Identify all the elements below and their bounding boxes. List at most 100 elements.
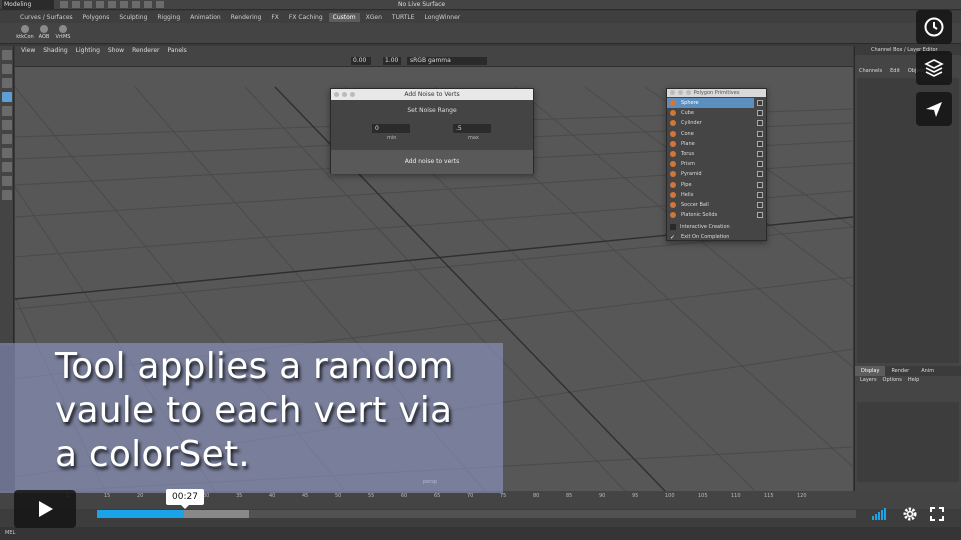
viewport-menu-shading[interactable]: Shading bbox=[43, 47, 67, 54]
open-scene-icon[interactable] bbox=[72, 1, 80, 8]
minimize-icon[interactable] bbox=[342, 92, 347, 97]
channel-menu-channels[interactable]: Channels bbox=[859, 68, 882, 77]
save-scene-icon[interactable] bbox=[84, 1, 92, 8]
option-box-icon[interactable] bbox=[757, 161, 763, 168]
channel-menu-edit[interactable]: Edit bbox=[890, 68, 900, 77]
redo-icon[interactable] bbox=[108, 1, 116, 8]
shelf-tab-turtle[interactable]: TURTLE bbox=[388, 13, 419, 22]
option-box-icon[interactable] bbox=[757, 191, 763, 198]
primitive-item-pyramid[interactable]: Pyramid bbox=[667, 169, 766, 179]
undo-icon[interactable] bbox=[96, 1, 104, 8]
minimize-icon[interactable] bbox=[678, 90, 683, 95]
mode-select[interactable]: Modeling bbox=[2, 0, 54, 9]
layout-icon[interactable] bbox=[2, 176, 12, 186]
move-tool-icon[interactable] bbox=[2, 92, 12, 102]
shelf-button[interactable]: ktkCon bbox=[16, 25, 34, 40]
layer-menu-options[interactable]: Options bbox=[883, 376, 902, 385]
option-box-icon[interactable] bbox=[757, 201, 763, 208]
primitive-item-prism[interactable]: Prism bbox=[667, 159, 766, 169]
tab-display[interactable]: Display bbox=[855, 366, 886, 376]
primitive-item-cone[interactable]: Cone bbox=[667, 129, 766, 139]
shelf-tab-curves-surfaces[interactable]: Curves / Surfaces bbox=[16, 13, 77, 22]
add-noise-button[interactable]: Add noise to verts bbox=[331, 150, 533, 174]
viewport-menu-renderer[interactable]: Renderer bbox=[132, 47, 159, 54]
settings-button[interactable] bbox=[899, 503, 921, 525]
option-box-icon[interactable] bbox=[757, 130, 763, 137]
outliner-icon[interactable] bbox=[2, 190, 12, 200]
shelf-tab-longwinner[interactable]: LongWinner bbox=[421, 13, 465, 22]
option-box-icon[interactable] bbox=[757, 181, 763, 188]
color-space-select[interactable]: sRGB gamma bbox=[407, 57, 487, 65]
option-box-icon[interactable] bbox=[757, 120, 763, 127]
shelf-tab-polygons[interactable]: Polygons bbox=[79, 13, 114, 22]
viewport-menu-view[interactable]: View bbox=[21, 47, 35, 54]
viewport-menu-show[interactable]: Show bbox=[108, 47, 124, 54]
snap-grid-icon[interactable] bbox=[132, 1, 140, 8]
window-title-bar[interactable]: Add Noise to Verts bbox=[331, 89, 533, 100]
maximize-icon[interactable] bbox=[350, 92, 355, 97]
live-surface-label[interactable]: No Live Surface bbox=[398, 0, 445, 9]
lasso-tool-icon[interactable] bbox=[2, 64, 12, 74]
option-box-icon[interactable] bbox=[757, 212, 763, 219]
volume-button[interactable] bbox=[864, 503, 894, 525]
primitive-item-sphere[interactable]: Sphere bbox=[667, 98, 763, 109]
option-box-icon[interactable] bbox=[757, 110, 763, 117]
snap-curve-icon[interactable] bbox=[144, 1, 152, 8]
layer-menu-help[interactable]: Help bbox=[908, 376, 919, 385]
primitive-item-torus[interactable]: Torus bbox=[667, 149, 766, 159]
option-box-icon[interactable] bbox=[757, 150, 763, 157]
primitive-item-soccer-ball[interactable]: Soccer Ball bbox=[667, 200, 766, 210]
gamma-field[interactable]: 1.00 bbox=[383, 57, 401, 65]
new-scene-icon[interactable] bbox=[60, 1, 68, 8]
shelf-tab-fx[interactable]: FX bbox=[267, 13, 283, 22]
max-input[interactable]: .5 bbox=[453, 124, 491, 133]
primitive-item-pipe[interactable]: Pipe bbox=[667, 180, 766, 190]
primitive-item-cube[interactable]: Cube bbox=[667, 108, 766, 118]
tab-render[interactable]: Render bbox=[885, 366, 915, 376]
shelf-tab-rendering[interactable]: Rendering bbox=[227, 13, 266, 22]
primitive-item-helix[interactable]: Helix bbox=[667, 190, 766, 200]
last-tool-icon[interactable] bbox=[2, 134, 12, 144]
layer-list[interactable] bbox=[857, 402, 959, 482]
primitive-item-platonic-solids[interactable]: Platonic Solids bbox=[667, 210, 766, 220]
watch-later-button[interactable] bbox=[916, 10, 952, 44]
viewport-menu-panels[interactable]: Panels bbox=[167, 47, 186, 54]
min-input[interactable]: 0 bbox=[372, 124, 410, 133]
option-box-icon[interactable] bbox=[757, 100, 763, 106]
menu-title-bar[interactable]: Polygon Primitives bbox=[667, 89, 766, 97]
share-button[interactable] bbox=[916, 92, 952, 126]
rotate-tool-icon[interactable] bbox=[2, 106, 12, 116]
single-view-icon[interactable] bbox=[2, 148, 12, 158]
primitive-item-cylinder[interactable]: Cylinder bbox=[667, 118, 766, 128]
scale-tool-icon[interactable] bbox=[2, 120, 12, 130]
shelf-tab-xgen[interactable]: XGen bbox=[362, 13, 386, 22]
viewport-menu-lighting[interactable]: Lighting bbox=[76, 47, 100, 54]
four-view-icon[interactable] bbox=[2, 162, 12, 172]
close-icon[interactable] bbox=[334, 92, 339, 97]
primitive-item-plane[interactable]: Plane bbox=[667, 139, 766, 149]
maximize-icon[interactable] bbox=[686, 90, 691, 95]
layer-menu-layers[interactable]: Layers bbox=[860, 376, 877, 385]
time-slider[interactable]: 1152025303540455055606570758085909510010… bbox=[0, 491, 961, 509]
interactive-creation-option[interactable]: Interactive Creation bbox=[667, 222, 766, 232]
option-box-icon[interactable] bbox=[757, 140, 763, 147]
shelf-tab-animation[interactable]: Animation bbox=[186, 13, 225, 22]
shelf-tab-custom[interactable]: Custom bbox=[328, 12, 360, 22]
collections-button[interactable] bbox=[916, 51, 952, 85]
shelf-button[interactable]: AOB bbox=[35, 25, 53, 40]
select-mode-icon[interactable] bbox=[120, 1, 128, 8]
shelf-tab-fx-caching[interactable]: FX Caching bbox=[285, 13, 327, 22]
exit-on-completion-option[interactable]: ✓ Exit On Completion bbox=[667, 232, 766, 242]
shelf-tab-sculpting[interactable]: Sculpting bbox=[115, 13, 151, 22]
close-icon[interactable] bbox=[670, 90, 675, 95]
fullscreen-button[interactable] bbox=[926, 503, 948, 525]
select-tool-icon[interactable] bbox=[2, 50, 12, 60]
exposure-field[interactable]: 0.00 bbox=[351, 57, 371, 65]
play-button[interactable] bbox=[14, 490, 76, 528]
shelf-tab-rigging[interactable]: Rigging bbox=[153, 13, 184, 22]
snap-point-icon[interactable] bbox=[156, 1, 164, 8]
command-line[interactable]: MEL bbox=[0, 527, 961, 540]
shelf-button[interactable]: VrtMS bbox=[54, 25, 72, 40]
option-box-icon[interactable] bbox=[757, 171, 763, 178]
tab-anim[interactable]: Anim bbox=[915, 366, 940, 376]
